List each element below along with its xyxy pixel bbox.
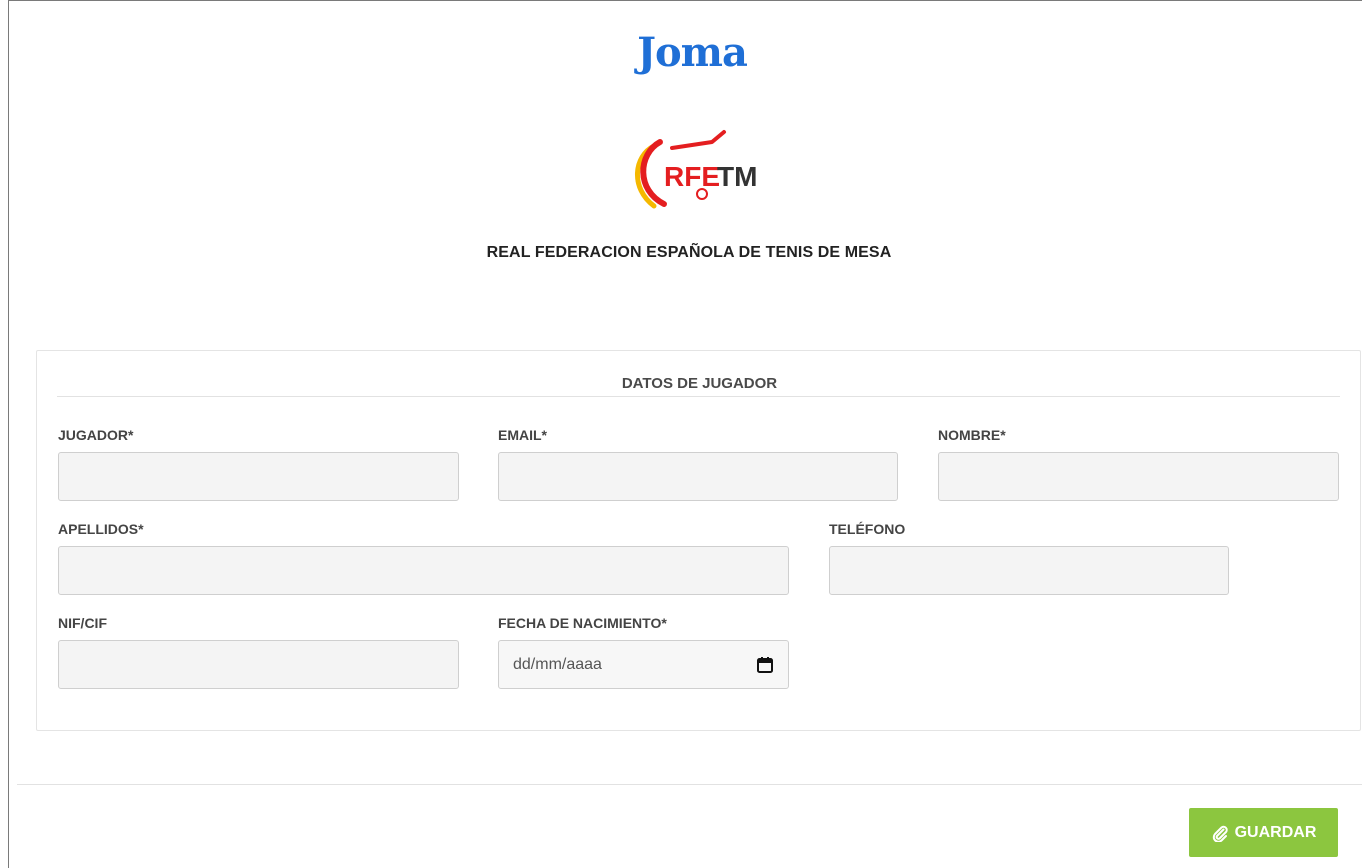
telefono-input[interactable] (829, 546, 1229, 595)
apellidos-input[interactable] (58, 546, 789, 595)
birthdate-input[interactable]: dd/mm/aaaa (498, 640, 789, 689)
fecha-label: FECHA DE NACIMIENTO* (498, 615, 667, 631)
nif-label: NIF/CIF (58, 615, 107, 631)
section-divider (57, 396, 1340, 397)
player-data-panel: DATOS DE JUGADOR JUGADOR* EMAIL* NOMBRE*… (36, 350, 1361, 731)
birthdate-placeholder: dd/mm/aaaa (513, 655, 602, 673)
nombre-input[interactable] (938, 452, 1339, 501)
paperclip-icon (1212, 825, 1228, 842)
joma-logo: Joma (634, 29, 748, 76)
nombre-label: NOMBRE* (938, 427, 1006, 443)
telefono-label: TELÉFONO (829, 521, 906, 537)
apellidos-label: APELLIDOS* (58, 521, 144, 537)
save-button-label: GUARDAR (1234, 823, 1317, 841)
jugador-label: JUGADOR* (58, 427, 134, 443)
nif-input[interactable] (58, 640, 459, 689)
footer-divider (17, 784, 1362, 785)
federation-name: REAL FEDERACION ESPAÑOLA DE TENIS DE MES… (486, 244, 892, 261)
rfetm-logo: RFE TM (635, 130, 757, 209)
svg-text:RFE: RFE (664, 161, 720, 192)
calendar-icon[interactable] (756, 656, 774, 674)
email-label: EMAIL* (498, 427, 547, 443)
svg-text:TM: TM (717, 161, 757, 192)
email-input[interactable] (498, 452, 898, 501)
save-button[interactable]: GUARDAR (1189, 808, 1338, 857)
svg-text:Joma: Joma (634, 29, 747, 76)
section-title: DATOS DE JUGADOR (621, 375, 778, 392)
jugador-input[interactable] (58, 452, 459, 501)
